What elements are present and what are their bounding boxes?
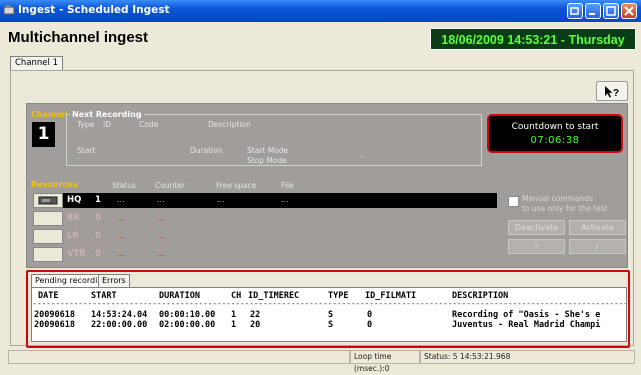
resource-row-vtr: VTR 0 ... ...: [33, 247, 497, 262]
manual-commands: Manual commands to use only for the test…: [508, 194, 626, 264]
resource-num-bk: 0: [95, 213, 101, 223]
app-title: Multichannel ingest: [8, 29, 149, 46]
resource-button-vtr[interactable]: [33, 247, 63, 262]
duration-label: Duration: [190, 146, 223, 155]
countdown-value: 07:06:38: [530, 135, 580, 146]
resource-name-hq: HQ: [67, 195, 82, 205]
code-label: Code: [139, 120, 159, 129]
mode-value: -: [361, 152, 364, 161]
resource-name-bk: BK: [67, 213, 81, 223]
row1-start: 14:53:24.04: [91, 310, 148, 320]
start-label: Start: [77, 146, 96, 155]
resource-counter-hq: ...: [157, 195, 165, 204]
tab-channel-1[interactable]: Channel 1: [10, 56, 64, 70]
manual-commands-line2: to use only for the test: [522, 204, 608, 213]
countdown-label: Countdown to start: [511, 122, 599, 132]
resource-name-lr: LR: [67, 231, 79, 241]
resource-counter-bk: ...: [157, 213, 165, 222]
header-separator: ----------------------------------------…: [32, 299, 627, 309]
row2-id-filmati: 0: [367, 320, 373, 330]
help-icon: ?: [605, 86, 619, 99]
status-header: Status: [112, 181, 136, 190]
svg-text:?: ?: [613, 88, 619, 99]
row2-start: 22:00:00.00: [91, 320, 148, 330]
resource-status-bk: ...: [117, 213, 125, 222]
pending-recordings-list[interactable]: DATE START DURATION CH ID_TIMEREC TYPE I…: [31, 287, 627, 342]
tab-errors[interactable]: Errors: [98, 274, 130, 287]
clock-display: 18/06/2009 14:53:21 - Thursday: [430, 28, 636, 50]
status-cell-empty: [8, 350, 350, 364]
resource-counter-lr: ...: [157, 231, 165, 240]
resource-num-vtr: 0: [95, 249, 101, 259]
minimize-button[interactable]: [585, 3, 601, 19]
resource-row-lr: LR 0 ... ...: [33, 229, 497, 244]
restore-icon[interactable]: [567, 3, 583, 19]
row1-type: S: [328, 310, 334, 320]
start-mode-label: Start Mode: [247, 146, 289, 155]
loop-time: Loop time (msec.):0: [350, 350, 420, 373]
row1-date: 20090618: [34, 310, 75, 320]
maximize-button[interactable]: [603, 3, 619, 19]
resource-file-hq: ...: [281, 195, 289, 204]
row1-description: Recording of "Oasis - She's e: [452, 310, 601, 320]
resource-num-hq: 1: [95, 195, 101, 205]
countdown-box: Countdown to start 07:06:38: [487, 114, 623, 153]
resource-row-hq: HQ 1 ... ... ... ...: [33, 193, 497, 208]
channel-label: Channel: [31, 110, 68, 119]
row2-date: 20090618: [34, 320, 75, 330]
stop-mode-label: Stop Mode: [247, 156, 287, 165]
counter-header: Counter: [155, 181, 185, 190]
stop-button[interactable]: r: [569, 239, 626, 254]
file-header: File: [281, 181, 294, 190]
record-button[interactable]: r: [508, 239, 565, 254]
help-button[interactable]: ?: [596, 81, 628, 101]
row2-ch: 1: [231, 320, 237, 330]
resource-name-vtr: VTR: [67, 249, 86, 259]
manual-commands-checkbox[interactable]: [508, 196, 519, 207]
resource-num-lr: 0: [95, 231, 101, 241]
resource-status-lr: ...: [117, 231, 125, 240]
row2-description: Juventus - Real Madrid Champi: [452, 320, 601, 330]
recorder-icon: [38, 196, 58, 205]
row1-ch: 1: [231, 310, 237, 320]
resource-status-vtr: ...: [117, 249, 125, 258]
resource-status-hq: ...: [117, 195, 125, 204]
description-label: Description: [208, 120, 251, 129]
status-bar: Loop time (msec.):0 Status: 5 14:53:21.9…: [8, 350, 635, 373]
resources-label: Resources: [31, 180, 78, 189]
resource-row-bk: BK 0 ... ...: [33, 211, 497, 226]
close-button[interactable]: [621, 3, 637, 19]
resource-counter-vtr: ...: [157, 249, 165, 258]
row2-type: S: [328, 320, 334, 330]
row1-duration: 00:00:10.00: [159, 310, 216, 320]
resource-free-hq: ...: [217, 195, 225, 204]
free-space-header: Free space: [216, 181, 257, 190]
next-recording-label: Next Recording: [70, 110, 144, 119]
row2-duration: 02:00:00.00: [159, 320, 216, 330]
manual-commands-line1: Manual commands: [522, 194, 593, 203]
title-bar: Ingest - Scheduled Ingest: [0, 0, 641, 22]
window-title: Ingest - Scheduled Ingest: [18, 4, 170, 16]
resource-button-hq[interactable]: [33, 193, 63, 208]
app-icon: [3, 5, 15, 15]
type-label: Type: [77, 120, 95, 129]
row1-id-filmati: 0: [367, 310, 373, 320]
row1-id-timerec: 22: [250, 310, 261, 320]
activate-button[interactable]: Activate: [569, 220, 626, 235]
channel-number: 1: [32, 122, 55, 147]
deactivate-button[interactable]: Deactivate: [508, 220, 565, 235]
resource-button-bk[interactable]: [33, 211, 63, 226]
row2-id-timerec: 20: [250, 320, 261, 330]
status-text: Status: 5 14:53:21.968: [420, 350, 635, 364]
resource-button-lr[interactable]: [33, 229, 63, 244]
id-label: ID: [103, 120, 111, 129]
